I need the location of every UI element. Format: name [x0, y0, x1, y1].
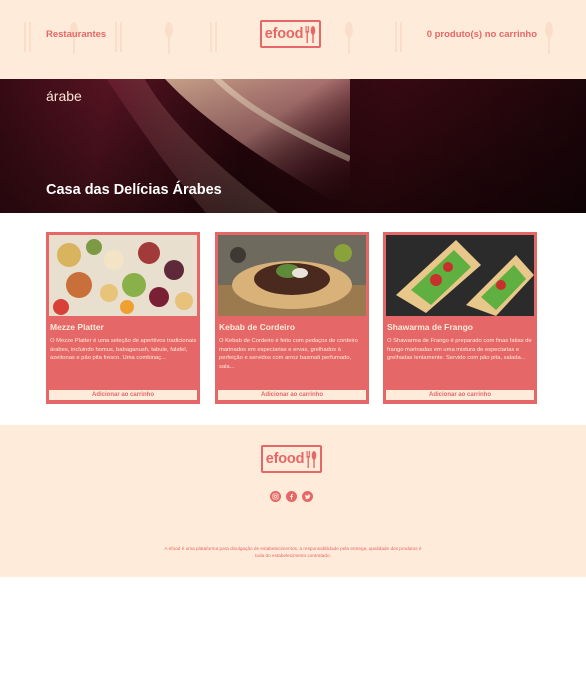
product-image — [218, 235, 366, 316]
product-card[interactable]: Mezze Platter O Mezze Platter é uma sele… — [46, 232, 200, 404]
product-image — [49, 235, 197, 316]
site-footer: efood A efood é uma plataforma para divu… — [0, 425, 586, 577]
add-to-cart-button[interactable]: Adicionar ao carrinho — [49, 390, 197, 400]
footer-efood-logo[interactable]: efood — [261, 445, 322, 473]
product-title: Mezze Platter — [50, 322, 104, 332]
product-title: Kebab de Cordeiro — [219, 322, 296, 332]
efood-logo[interactable]: efood — [260, 20, 321, 48]
facebook-icon[interactable] — [286, 491, 297, 502]
logo-text: efood — [264, 26, 304, 42]
twitter-icon[interactable] — [302, 491, 313, 502]
product-card[interactable]: Kebab de Cordeiro O Kebab de Cordeiro é … — [215, 232, 369, 404]
product-card[interactable]: Shawarma de Frango O Shawarma de Frango … — [383, 232, 537, 404]
logo-text: efood — [265, 451, 305, 467]
cutlery-icon — [305, 25, 316, 43]
restaurant-name: Casa das Delícias Árabes — [46, 182, 222, 198]
instagram-icon[interactable] — [270, 491, 281, 502]
product-title: Shawarma de Frango — [387, 322, 473, 332]
product-description: O Shawarma de Frango é preparado com fin… — [387, 338, 532, 362]
restaurant-hero: árabe Casa das Delícias Árabes — [0, 79, 586, 213]
site-header: Restaurantes efood 0 produto(s) no carri… — [0, 0, 586, 79]
cuisine-type: árabe — [46, 88, 82, 104]
social-links — [270, 491, 313, 502]
add-to-cart-button[interactable]: Adicionar ao carrinho — [218, 390, 366, 400]
product-image — [386, 235, 534, 316]
product-description: O Mezze Platter é uma seleção de aperiti… — [50, 338, 197, 362]
add-to-cart-button[interactable]: Adicionar ao carrinho — [386, 390, 534, 400]
cart-link[interactable]: 0 produto(s) no carrinho — [427, 29, 537, 40]
restaurants-link[interactable]: Restaurantes — [46, 29, 106, 40]
cutlery-icon — [306, 450, 317, 468]
product-description: O Kebab de Cordeiro é feito com pedaços … — [219, 338, 358, 371]
footer-disclaimer: A efood é uma plataforma para divulgação… — [164, 546, 422, 558]
